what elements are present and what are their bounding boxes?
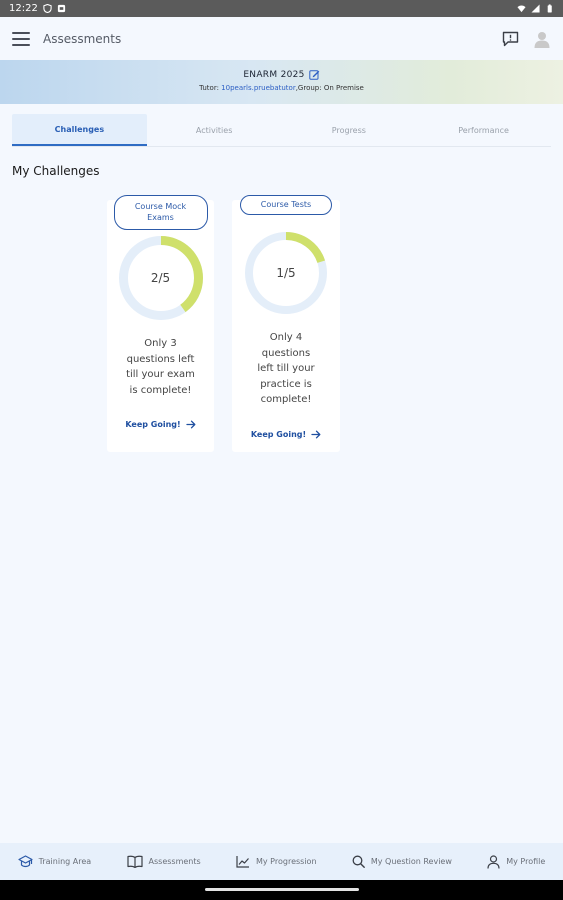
nav-my-profile[interactable]: My Profile bbox=[487, 854, 546, 869]
chart-line-icon bbox=[236, 856, 249, 868]
keep-going-button[interactable]: Keep Going! bbox=[107, 420, 214, 429]
status-time: 12:22 bbox=[9, 3, 38, 14]
section-title: My Challenges bbox=[12, 164, 100, 178]
page-title: Assessments bbox=[43, 31, 122, 46]
tab-progress[interactable]: Progress bbox=[282, 114, 417, 146]
challenge-card-course-tests: Course Tests 1/5 Only 4 questions left t… bbox=[232, 195, 340, 452]
nav-my-question-review[interactable]: My Question Review bbox=[352, 855, 452, 868]
course-banner: ENARM 2025 Tutor: 10pearls.pruebatutor,G… bbox=[0, 60, 563, 104]
nav-label: My Question Review bbox=[370, 857, 452, 866]
book-icon bbox=[126, 855, 143, 868]
group-text: ,Group: On Premise bbox=[295, 83, 364, 92]
graduation-cap-icon bbox=[18, 854, 33, 867]
keep-going-label: Keep Going! bbox=[250, 430, 307, 439]
feedback-icon[interactable] bbox=[502, 31, 519, 47]
wifi-icon bbox=[517, 5, 526, 13]
tab-performance[interactable]: Performance bbox=[416, 114, 551, 146]
nav-label: Training Area bbox=[38, 857, 92, 866]
keep-going-button[interactable]: Keep Going! bbox=[232, 430, 340, 439]
bottom-navigation: Training Area Assessments My Progression… bbox=[0, 843, 563, 880]
arrow-right-icon bbox=[311, 430, 321, 439]
app-bar: Assessments bbox=[0, 17, 563, 60]
home-gesture-handle[interactable] bbox=[205, 888, 359, 891]
edit-icon[interactable] bbox=[308, 69, 320, 80]
vpn-shield-icon bbox=[43, 4, 52, 13]
tab-challenges[interactable]: Challenges bbox=[12, 114, 147, 146]
signal-icon bbox=[531, 4, 540, 13]
nav-assessments[interactable]: Assessments bbox=[126, 855, 201, 868]
challenge-message: Only 3 questions left till your exam is … bbox=[126, 338, 195, 396]
nav-training-area[interactable]: Training Area bbox=[18, 854, 92, 869]
user-icon bbox=[487, 854, 500, 869]
tutor-group-info: Tutor: 10pearls.pruebatutor,Group: On Pr… bbox=[0, 84, 563, 92]
tutor-link[interactable]: 10pearls.pruebatutor bbox=[221, 84, 296, 92]
progress-donut: 1/5 bbox=[244, 231, 328, 315]
challenge-type-pill: Course Mock Exams bbox=[113, 195, 208, 230]
challenge-type-pill: Course Tests bbox=[240, 195, 332, 215]
notification-icon bbox=[57, 4, 65, 13]
battery-icon bbox=[547, 4, 552, 13]
course-name: ENARM 2025 bbox=[243, 69, 305, 80]
system-gesture-bar bbox=[0, 880, 563, 900]
progress-label: 2/5 bbox=[150, 271, 171, 285]
tab-activities[interactable]: Activities bbox=[147, 114, 282, 146]
menu-icon[interactable] bbox=[12, 31, 30, 46]
progress-donut: 2/5 bbox=[118, 235, 204, 321]
keep-going-label: Keep Going! bbox=[125, 420, 181, 429]
tutor-prefix: Tutor: bbox=[199, 83, 222, 92]
arrow-right-icon bbox=[185, 420, 196, 429]
status-bar: 12:22 bbox=[0, 0, 563, 17]
progress-label: 1/5 bbox=[276, 266, 296, 280]
nav-label: Assessments bbox=[148, 857, 201, 866]
challenge-card-mock-exams: Course Mock Exams 2/5 Only 3 questions l… bbox=[107, 195, 214, 452]
avatar[interactable] bbox=[533, 30, 551, 48]
search-icon bbox=[352, 855, 365, 868]
nav-label: My Profile bbox=[506, 857, 546, 866]
challenge-message: Only 4 questions left till your practice… bbox=[257, 332, 315, 405]
nav-my-progression[interactable]: My Progression bbox=[236, 855, 317, 868]
nav-label: My Progression bbox=[256, 857, 317, 866]
assessment-tabs: Challenges Activities Progress Performan… bbox=[12, 114, 551, 147]
